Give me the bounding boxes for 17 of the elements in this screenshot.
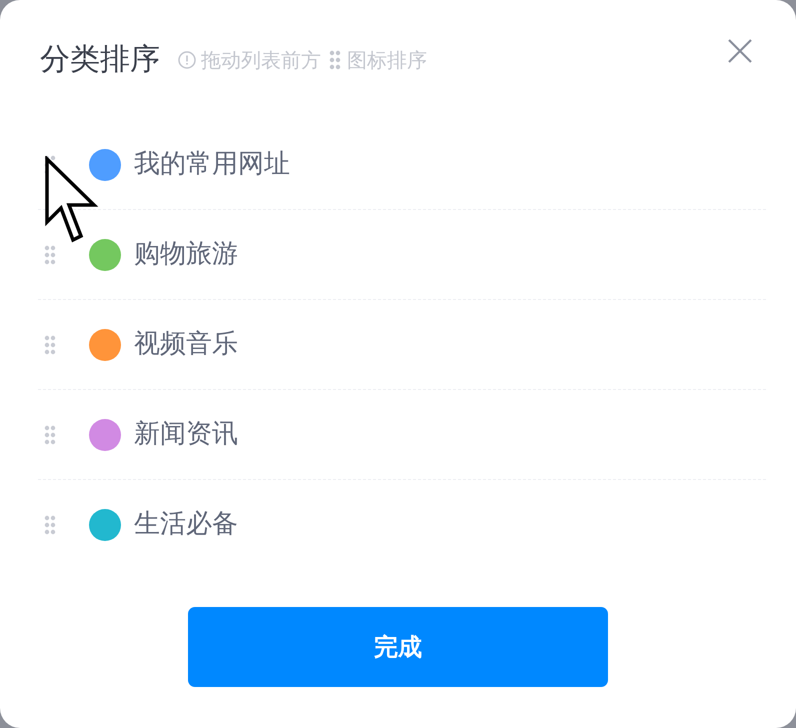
drag-handle-icon bbox=[329, 50, 341, 70]
hint-text: 拖动列表前方 bbox=[201, 46, 321, 74]
dialog-title: 分类排序 bbox=[40, 41, 160, 79]
category-name: 生活必备 bbox=[134, 508, 238, 540]
category-name: 新闻资讯 bbox=[134, 418, 238, 450]
done-button[interactable]: 完成 bbox=[188, 607, 608, 687]
hint-text: 图标排序 bbox=[347, 46, 427, 74]
close-icon[interactable] bbox=[726, 37, 754, 65]
drag-handle-icon[interactable] bbox=[44, 514, 56, 534]
cursor-icon bbox=[44, 156, 100, 244]
drag-handle-icon[interactable] bbox=[44, 244, 56, 264]
category-name: 视频音乐 bbox=[134, 328, 238, 360]
info-icon bbox=[178, 51, 196, 69]
category-name: 我的常用网址 bbox=[134, 148, 290, 180]
category-name: 购物旅游 bbox=[134, 238, 238, 270]
drag-handle-icon[interactable] bbox=[44, 334, 56, 354]
drag-handle-icon[interactable] bbox=[44, 424, 56, 444]
